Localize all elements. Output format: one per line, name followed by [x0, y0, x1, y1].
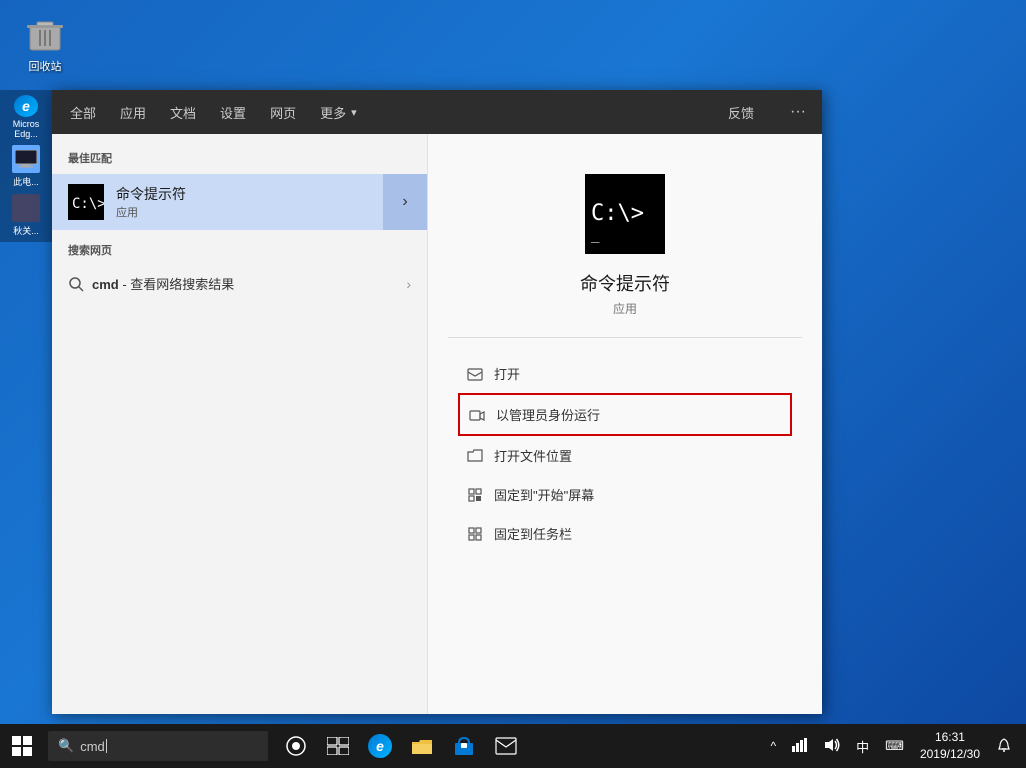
nav-more[interactable]: 更多 ▾ — [318, 99, 357, 126]
open-icon — [466, 365, 484, 383]
taskbar-explorer-icon[interactable] — [402, 724, 442, 768]
taskbar: 🔍 cmd e — [0, 724, 1026, 768]
computer-icon-label: 此电... — [13, 175, 39, 188]
web-section-title: 搜索网页 — [68, 242, 411, 258]
taskbar-search-bar[interactable]: 🔍 cmd — [48, 731, 268, 761]
tray-chevron[interactable]: ^ — [765, 737, 783, 755]
pin-taskbar-icon — [466, 525, 484, 543]
action-run-as-admin[interactable]: 以管理员身份运行 — [458, 393, 792, 436]
tray-ime-label[interactable]: 中 — [850, 735, 875, 758]
action-open-label: 打开 — [494, 364, 520, 383]
nav-apps[interactable]: 应用 — [118, 99, 148, 126]
svg-text:C:\>: C:\> — [72, 196, 104, 212]
tray-date-value: 2019/12/30 — [920, 746, 980, 763]
left-panel: 最佳匹配 C:\> 命令提示符 应用 › — [52, 134, 427, 714]
edge-icon-img: e — [14, 95, 38, 117]
action-pin-taskbar-label: 固定到任务栏 — [494, 524, 572, 543]
cmd-icon: C:\> — [68, 184, 104, 220]
best-match-item[interactable]: C:\> 命令提示符 应用 › — [52, 174, 427, 230]
action-pin-taskbar[interactable]: 固定到任务栏 — [458, 514, 792, 553]
web-item-arrow: › — [406, 276, 411, 292]
extra-icon-label: 秋关... — [13, 224, 39, 237]
sidebar-extra-icon[interactable]: 秋关... — [4, 193, 48, 237]
nav-dots[interactable]: ··· — [790, 103, 806, 121]
system-tray: ^ 中 ⌨ 16:31 2019/12/30 — [765, 727, 1026, 765]
search-web-icon — [68, 276, 84, 292]
action-open-location-label: 打开文件位置 — [494, 446, 572, 465]
best-match-title: 最佳匹配 — [52, 150, 427, 174]
nav-settings[interactable]: 设置 — [218, 99, 248, 126]
tray-clock[interactable]: 16:31 2019/12/30 — [914, 727, 986, 765]
windows-logo-icon — [12, 736, 32, 756]
tray-notification-icon[interactable] — [990, 735, 1018, 758]
start-button[interactable] — [0, 724, 44, 768]
search-content: 最佳匹配 C:\> 命令提示符 应用 › — [52, 134, 822, 714]
web-suffix: - 查看网络搜索结果 — [122, 277, 234, 292]
right-app-type: 应用 — [613, 300, 637, 317]
nav-feedback[interactable]: 反馈 — [728, 103, 754, 122]
best-match-arrow[interactable]: › — [383, 174, 427, 230]
best-match-text: 命令提示符 应用 — [116, 184, 411, 220]
web-search-item[interactable]: cmd - 查看网络搜索结果 › — [68, 266, 411, 301]
recycle-bin-image — [25, 14, 65, 54]
taskbar-task-view-icon[interactable] — [318, 724, 358, 768]
sidebar-edge-icon[interactable]: e MicrosEdg... — [4, 95, 48, 139]
right-app-icon: C:\> _ — [585, 174, 665, 254]
start-menu: 全部 应用 文档 设置 网页 更多 ▾ 反馈 ··· 最佳匹配 — [52, 90, 822, 714]
tray-time-value: 16:31 — [920, 729, 980, 746]
taskbar-edge-icon[interactable]: e — [360, 724, 400, 768]
folder-location-icon — [466, 447, 484, 465]
action-open-location[interactable]: 打开文件位置 — [458, 436, 792, 475]
right-panel: C:\> _ 命令提示符 应用 — [427, 134, 822, 714]
best-match-name: 命令提示符 — [116, 184, 411, 204]
taskbar-store-icon[interactable] — [444, 724, 484, 768]
action-pin-start[interactable]: 固定到"开始"屏幕 — [458, 475, 792, 514]
right-divider — [448, 337, 802, 338]
right-app-name: 命令提示符 — [580, 270, 670, 296]
taskbar-search-icon: 🔍 — [58, 738, 74, 754]
action-list: 打开 以管理员身份运行 — [448, 354, 802, 553]
search-cursor — [106, 739, 107, 753]
admin-icon — [468, 406, 486, 424]
taskbar-icons: e — [276, 724, 526, 768]
nav-all[interactable]: 全部 — [68, 99, 98, 126]
nav-more-label: 更多 — [318, 99, 348, 126]
nav-web[interactable]: 网页 — [268, 99, 298, 126]
sidebar-icons: e MicrosEdg... 此电... 秋关... — [0, 90, 52, 242]
tray-keyboard-icon[interactable]: ⌨ — [879, 736, 910, 756]
svg-text:C:\>: C:\> — [591, 201, 644, 226]
action-pin-start-label: 固定到"开始"屏幕 — [494, 485, 594, 504]
sidebar-computer-icon[interactable]: 此电... — [4, 144, 48, 188]
pin-start-icon — [466, 486, 484, 504]
edge-icon-label: MicrosEdg... — [13, 119, 40, 139]
web-section: 搜索网页 cmd - 查看网络搜索结果 › — [52, 230, 427, 309]
search-nav-bar: 全部 应用 文档 设置 网页 更多 ▾ 反馈 ··· — [52, 90, 822, 134]
tray-volume-icon[interactable] — [818, 736, 846, 757]
desktop: 回收站 e MicrosEdg... 此电... 秋关... 全部 — [0, 0, 1026, 768]
web-query: cmd — [92, 277, 119, 292]
action-run-as-admin-label: 以管理员身份运行 — [496, 405, 600, 424]
nav-more-chevron: ▾ — [351, 106, 357, 119]
web-item-text: cmd - 查看网络搜索结果 — [92, 274, 406, 293]
nav-docs[interactable]: 文档 — [168, 99, 198, 126]
taskbar-cortana-icon[interactable] — [276, 724, 316, 768]
best-match-type: 应用 — [116, 204, 411, 220]
svg-text:_: _ — [591, 227, 600, 243]
tray-network-icon[interactable] — [786, 736, 814, 757]
action-open[interactable]: 打开 — [458, 354, 792, 393]
taskbar-search-text[interactable]: cmd — [80, 739, 105, 754]
recycle-bin-label: 回收站 — [29, 58, 62, 74]
recycle-bin-icon[interactable]: 回收站 — [10, 10, 80, 78]
taskbar-mail-icon[interactable] — [486, 724, 526, 768]
